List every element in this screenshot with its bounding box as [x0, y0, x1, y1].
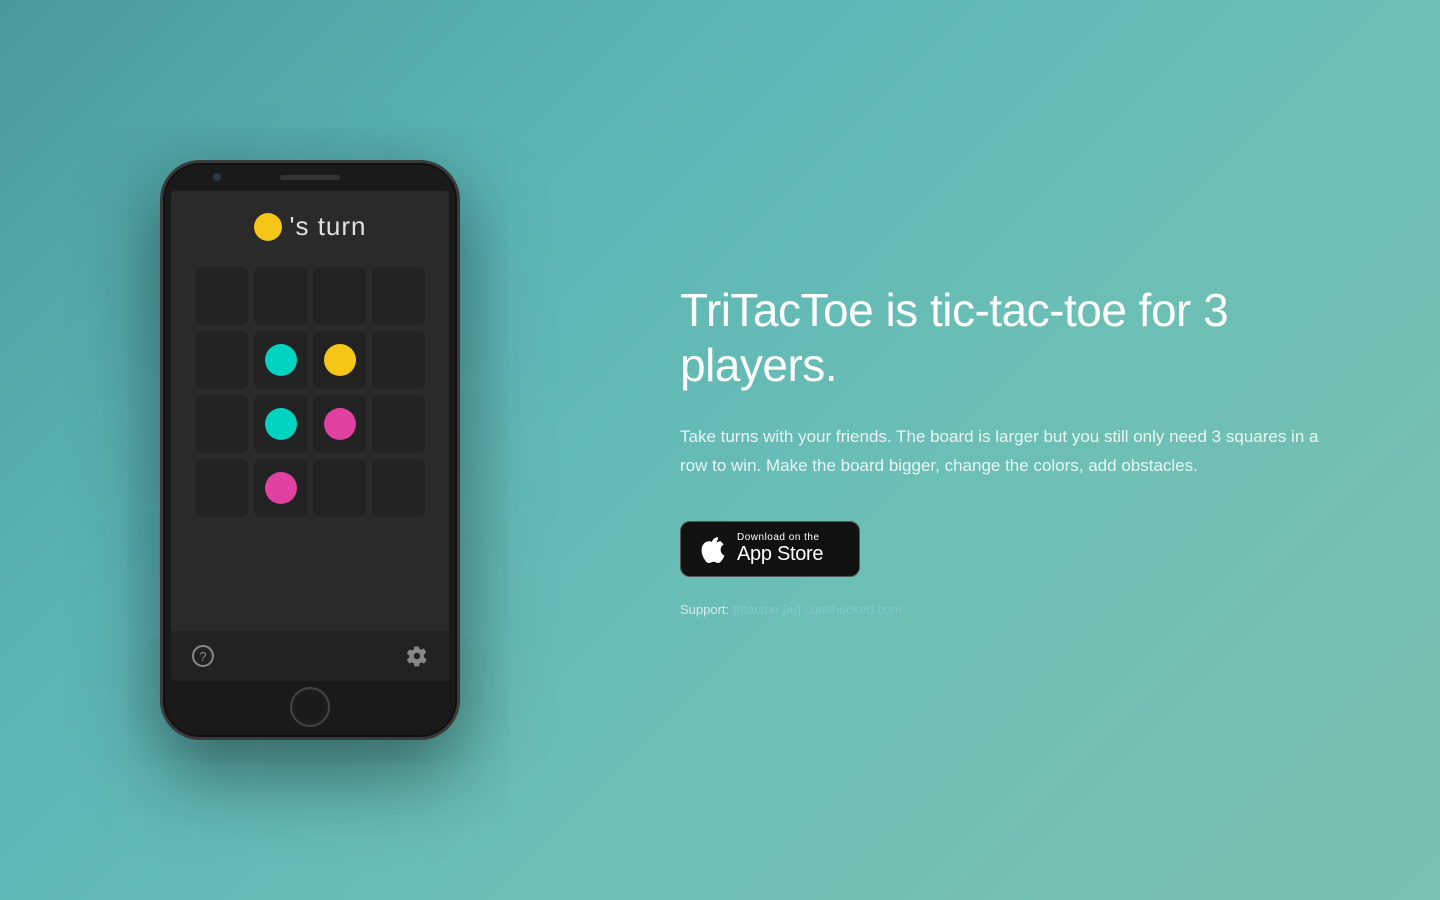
grid-cell[interactable]: [254, 395, 307, 453]
gear-icon: [406, 645, 428, 667]
help-button[interactable]: ?: [191, 644, 215, 668]
screen-bottom-bar: ?: [171, 631, 449, 681]
settings-button[interactable]: [405, 644, 429, 668]
phone-section: 's turn: [0, 0, 620, 900]
phone-bottom: [163, 681, 457, 733]
app-store-button[interactable]: Download on the App Store: [680, 521, 860, 577]
home-button[interactable]: [290, 687, 330, 727]
grid-cell[interactable]: [254, 267, 307, 325]
app-store-label: App Store: [737, 543, 823, 566]
app-description: Take turns with your friends. The board …: [680, 423, 1320, 481]
turn-indicator: 's turn: [254, 211, 367, 242]
grid-cell[interactable]: [313, 267, 366, 325]
phone-top: [163, 163, 457, 191]
screen-content: 's turn: [171, 191, 449, 631]
phone-speaker: [280, 175, 340, 180]
player-dot-yellow: [324, 344, 356, 376]
grid-cell[interactable]: [313, 459, 366, 517]
help-icon: ?: [192, 645, 214, 667]
grid-cell[interactable]: [372, 459, 425, 517]
grid-cell[interactable]: [195, 267, 248, 325]
content-section: TriTacToe is tic-tac-toe for 3 players. …: [620, 223, 1440, 677]
turn-text: 's turn: [290, 211, 367, 242]
grid-cell[interactable]: [313, 331, 366, 389]
grid-cell[interactable]: [372, 395, 425, 453]
phone-frame: 's turn: [160, 160, 460, 740]
player-dot-pink: [324, 408, 356, 440]
app-headline: TriTacToe is tic-tac-toe for 3 players.: [680, 283, 1360, 393]
support-email: tritactoe [at] sunshocked.com: [733, 602, 902, 617]
player-dot-cyan: [265, 344, 297, 376]
grid-cell[interactable]: [372, 331, 425, 389]
support-label: Support:: [680, 602, 729, 617]
turn-dot: [254, 213, 282, 241]
player-dot-pink: [265, 472, 297, 504]
grid-cell[interactable]: [254, 459, 307, 517]
phone-screen: 's turn: [171, 191, 449, 681]
grid-cell[interactable]: [313, 395, 366, 453]
game-grid[interactable]: [195, 267, 425, 517]
apple-logo-icon: [701, 535, 725, 563]
grid-cell[interactable]: [372, 267, 425, 325]
grid-cell[interactable]: [254, 331, 307, 389]
player-dot-cyan: [265, 408, 297, 440]
download-on-label: Download on the: [737, 532, 823, 543]
grid-cell[interactable]: [195, 331, 248, 389]
grid-cell[interactable]: [195, 395, 248, 453]
phone-camera: [213, 173, 221, 181]
app-store-text-group: Download on the App Store: [737, 532, 823, 566]
grid-cell[interactable]: [195, 459, 248, 517]
support-line: Support: tritactoe [at] sunshocked.com: [680, 602, 1360, 617]
